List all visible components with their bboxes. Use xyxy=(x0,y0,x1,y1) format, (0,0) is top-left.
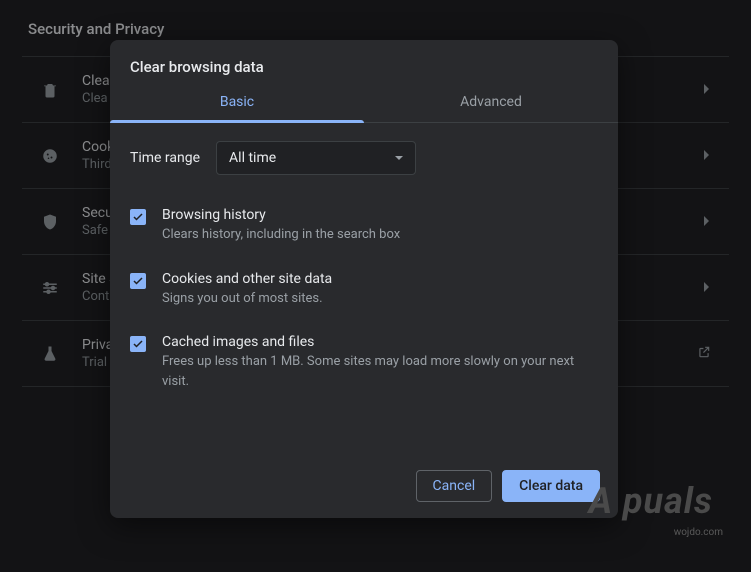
dialog-footer: Cancel Clear data xyxy=(110,454,618,518)
option-description: Clears history, including in the search … xyxy=(162,225,598,245)
option-description: Signs you out of most sites. xyxy=(162,289,598,309)
time-range-select[interactable]: All time xyxy=(216,141,416,175)
checkbox[interactable] xyxy=(130,273,146,289)
cancel-button[interactable]: Cancel xyxy=(416,470,493,502)
clear-data-button[interactable]: Clear data xyxy=(502,470,600,502)
option-label: Browsing history xyxy=(162,207,598,223)
tab-basic[interactable]: Basic xyxy=(110,82,364,122)
checkbox[interactable] xyxy=(130,209,146,225)
checkbox[interactable] xyxy=(130,336,146,352)
time-range-label: Time range xyxy=(130,150,200,166)
clear-data-dialog: Clear browsing data Basic Advanced Time … xyxy=(110,40,618,518)
dialog-tabs: Basic Advanced xyxy=(110,82,618,123)
option-label: Cached images and files xyxy=(162,334,598,350)
time-range-value: All time xyxy=(229,150,276,166)
option-label: Cookies and other site data xyxy=(162,271,598,287)
tab-advanced[interactable]: Advanced xyxy=(364,82,618,122)
chevron-down-icon xyxy=(395,156,403,160)
option-description: Frees up less than 1 MB. Some sites may … xyxy=(162,352,598,391)
modal-overlay: Clear browsing data Basic Advanced Time … xyxy=(0,0,751,572)
dialog-body: Time range All time Browsing history Cle… xyxy=(110,123,618,454)
time-range-row: Time range All time xyxy=(130,141,598,175)
option-cache[interactable]: Cached images and files Frees up less th… xyxy=(130,324,598,407)
option-browsing-history[interactable]: Browsing history Clears history, includi… xyxy=(130,197,598,261)
dialog-title: Clear browsing data xyxy=(110,40,618,82)
option-cookies[interactable]: Cookies and other site data Signs you ou… xyxy=(130,261,598,325)
